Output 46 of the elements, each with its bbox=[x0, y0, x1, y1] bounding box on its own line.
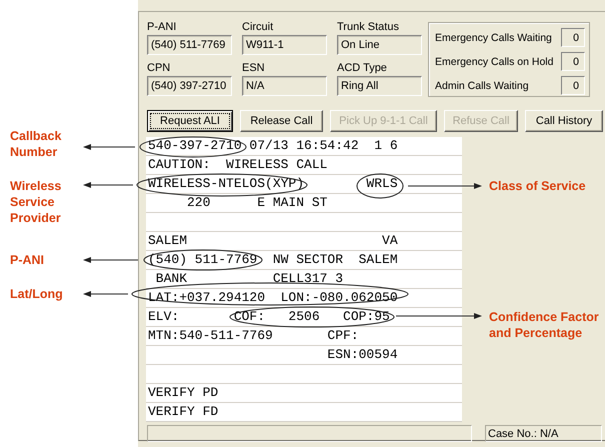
field-label: Trunk Status bbox=[337, 20, 400, 34]
case-number: Case No.: N/A bbox=[485, 425, 602, 442]
counter-value: 0 bbox=[561, 28, 585, 47]
arrow bbox=[83, 291, 128, 297]
action-button[interactable]: Release Call bbox=[240, 110, 323, 132]
ali-line: LAT:+037.294120 LON:-080.062050 bbox=[146, 289, 462, 308]
ali-line: BANK CELL317 3 bbox=[146, 270, 462, 289]
readonly-field: N/A bbox=[242, 76, 327, 96]
ali-line: 220 E MAIN ST bbox=[146, 194, 462, 213]
counter-value: 0 bbox=[561, 52, 585, 71]
ali-line: CAUTION: WIRELESS CALL bbox=[146, 156, 462, 175]
counter-label: Admin Calls Waiting bbox=[435, 80, 529, 92]
arrow bbox=[83, 144, 136, 150]
ali-line: VERIFY FD bbox=[146, 403, 462, 422]
readonly-field: (540) 397-2710 bbox=[147, 76, 232, 96]
callout-label: Lat/Long bbox=[10, 286, 64, 302]
ali-line: ESN:00594 bbox=[146, 346, 462, 365]
ali-line: ELV: COF: 2506 COP:95 bbox=[146, 308, 462, 327]
field-label: CPN bbox=[147, 60, 172, 74]
callout-label: Class of Service bbox=[489, 178, 587, 194]
field-label: P-ANI bbox=[147, 20, 178, 34]
action-button[interactable]: Request ALI bbox=[147, 110, 233, 132]
ali-line: (540) 511-7769 NW SECTOR SALEM bbox=[146, 251, 462, 270]
ali-line: MTN:540-511-7769 CPF: bbox=[146, 327, 462, 346]
counter-value: 0 bbox=[561, 76, 585, 95]
ali-line: SALEM VA bbox=[146, 232, 462, 251]
arrow bbox=[83, 257, 138, 263]
counter-label: Emergency Calls on Hold bbox=[435, 56, 554, 68]
ali-line: VERIFY PD bbox=[146, 384, 462, 403]
readonly-field: Ring All bbox=[337, 76, 422, 96]
callout-ellipse bbox=[356, 174, 404, 198]
callout-label: P-ANI bbox=[10, 252, 46, 268]
field-label: ESN bbox=[242, 60, 266, 74]
callout-label: Callback Number bbox=[10, 128, 62, 160]
callout-label: Wireless Service Provider bbox=[10, 178, 62, 226]
arrow bbox=[83, 182, 134, 188]
field-label: ACD Type bbox=[337, 60, 388, 74]
ali-line: 540-397-2710 07/13 16:54:42 1 6 bbox=[146, 137, 462, 156]
ali-line: WIRELESS-NTELOS(XYP) WRLS bbox=[146, 175, 462, 194]
readonly-field: W911-1 bbox=[242, 35, 327, 55]
action-button[interactable]: Call History bbox=[525, 110, 603, 132]
counter-label: Emergency Calls Waiting bbox=[435, 32, 552, 44]
readonly-field: On Line bbox=[337, 35, 422, 55]
callout-label: Confidence Factor and Percentage bbox=[489, 309, 600, 341]
readonly-field: (540) 511-7769 bbox=[147, 35, 232, 55]
field-label: Circuit bbox=[242, 20, 274, 34]
